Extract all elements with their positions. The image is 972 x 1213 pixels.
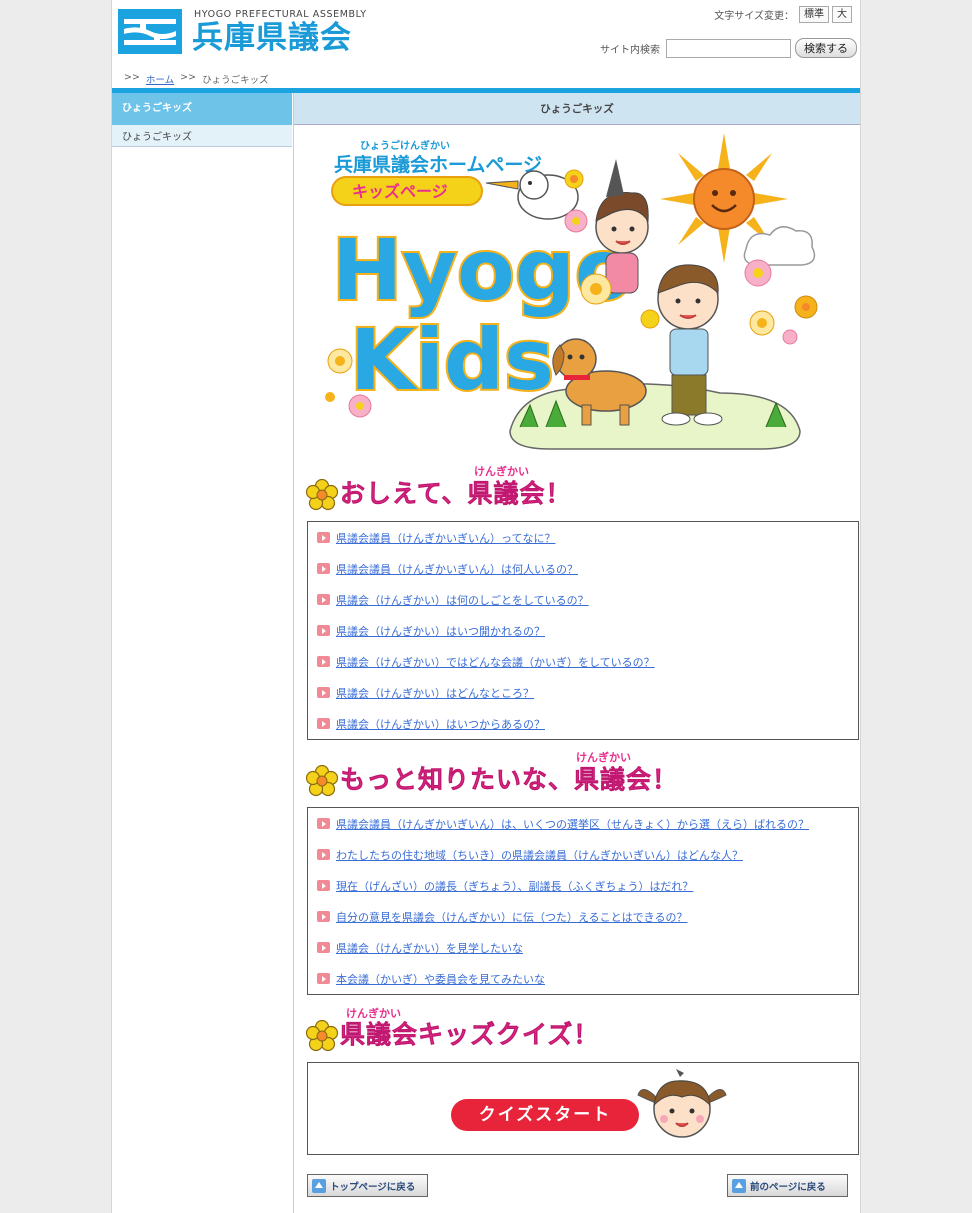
arrow-bullet-icon xyxy=(317,880,330,891)
site-logo[interactable]: HYOGO PREFECTURAL ASSEMBLY 兵庫県議会 xyxy=(118,8,388,56)
hero-title: 兵庫県議会ホームページ xyxy=(334,153,542,176)
list-item: 県議会議員（けんぎかいぎいん）は、いくつの選挙区（せんきょく）から選（えら）ばれ… xyxy=(308,808,858,839)
list-item: 本会議（かいぎ）や委員会を見てみたいな xyxy=(308,963,858,994)
arrow-bullet-icon xyxy=(317,849,330,860)
list-item: 県議会（けんぎかい）ではどんな会議（かいぎ）をしているの？ xyxy=(308,646,858,677)
breadcrumb-separator: >> xyxy=(180,72,197,83)
list-item: わたしたちの住む地域（ちいき）の県議会議員（けんぎかいぎいん）はどんな人？ xyxy=(308,839,858,870)
main-content: ひょうごキッズ ひょうごけんぎかい 兵庫県議会ホームページ キッズページ Hyo… xyxy=(293,93,860,1213)
question-link[interactable]: 県議会議員（けんぎかいぎいん）は、いくつの選挙区（せんきょく）から選（えら）ばれ… xyxy=(336,816,809,832)
arrow-bullet-icon xyxy=(317,532,330,543)
search-button[interactable]: 検索する xyxy=(795,38,857,58)
logo-english-name: HYOGO PREFECTURAL ASSEMBLY xyxy=(194,9,367,20)
question-link[interactable]: 県議会（けんぎかい）はいつ開かれるの？ xyxy=(336,623,545,639)
list-item: 現在（げんざい）の議長（ぎちょう）、副議長（ふくぎちょう）はだれ？ xyxy=(308,870,858,901)
question-link[interactable]: 県議会（けんぎかい）は何のしごとをしているの？ xyxy=(336,592,589,608)
list-item: 県議会（けんぎかい）を見学したいな xyxy=(308,932,858,963)
list-item: 県議会議員（けんぎかいぎいん）ってなに？ xyxy=(308,522,858,553)
list-item: 県議会（けんぎかい）はどんなところ？ xyxy=(308,677,858,708)
question-link[interactable]: 自分の意見を県議会（けんぎかい）に伝（つた）えることはできるの？ xyxy=(336,909,687,925)
section3-heading: 県議会キッズクイズ！ xyxy=(306,1018,599,1052)
arrow-bullet-icon xyxy=(317,973,330,984)
question-link[interactable]: 県議会議員（けんぎかいぎいん）ってなに？ xyxy=(336,530,555,546)
breadcrumb-separator: >> xyxy=(124,72,140,83)
page-title: ひょうごキッズ xyxy=(294,93,860,125)
question-link[interactable]: わたしたちの住む地域（ちいき）の県議会議員（けんぎかいぎいん）はどんな人？ xyxy=(336,847,743,863)
hero-badge: キッズページ xyxy=(352,182,448,201)
list-item: 県議会（けんぎかい）はいつからあるの？ xyxy=(308,708,858,739)
section1-question-list: 県議会議員（けんぎかいぎいん）ってなに？ 県議会議員（けんぎかいぎいん）は何人い… xyxy=(307,521,859,740)
flower-icon xyxy=(306,1020,338,1052)
question-link[interactable]: 県議会（けんぎかい）を見学したいな xyxy=(336,940,523,956)
section1-title: おしえて、県議会！ xyxy=(340,479,572,509)
back-to-previous-page-label: 前のページに戻る xyxy=(750,1181,826,1193)
cloud-icon xyxy=(743,226,816,266)
section3-title: 県議会キッズクイズ！ xyxy=(340,1020,600,1050)
section2-title: もっと知りたいな、県議会！ xyxy=(340,765,679,795)
hyogo-emblem-icon xyxy=(118,9,182,54)
arrow-bullet-icon xyxy=(317,563,330,574)
back-to-top-page-button[interactable]: トップページに戻る xyxy=(307,1174,428,1197)
sidebar-item-hyogo-kids[interactable]: ひょうごキッズ xyxy=(112,125,292,147)
hyogo-kids-hero-illustration: ひょうごけんぎかい 兵庫県議会ホームページ キッズページ Hyogo Kids xyxy=(325,133,818,450)
back-to-top-page-label: トップページに戻る xyxy=(330,1181,416,1193)
font-size-normal-button[interactable]: 標準 xyxy=(799,6,829,23)
flower-icon xyxy=(306,479,338,511)
list-item: 県議会議員（けんぎかいぎいん）は何人いるの？ xyxy=(308,553,858,584)
list-item: 自分の意見を県議会（けんぎかい）に伝（つた）えることはできるの？ xyxy=(308,901,858,932)
sidebar-heading: ひょうごキッズ xyxy=(112,93,292,125)
section2-heading: もっと知りたいな、県議会！ xyxy=(306,763,678,797)
bird-icon xyxy=(485,170,579,220)
arrow-bullet-icon xyxy=(317,718,330,729)
question-link[interactable]: 現在（げんざい）の議長（ぎちょう）、副議長（ふくぎちょう）はだれ？ xyxy=(336,878,693,894)
question-link[interactable]: 県議会（けんぎかい）ではどんな会議（かいぎ）をしているの？ xyxy=(336,654,655,670)
quiz-start-button[interactable]: クイズスタート xyxy=(451,1099,639,1131)
arrow-bullet-icon xyxy=(317,656,330,667)
hero-ruby: ひょうごけんぎかい xyxy=(360,139,450,152)
flower-icon xyxy=(306,765,338,797)
logo-hyogo-text: Hyogo xyxy=(332,221,633,319)
breadcrumb-home-link[interactable]: ホーム xyxy=(146,72,174,86)
breadcrumb-current: ひょうごキッズ xyxy=(202,75,269,86)
quiz-girl-character-icon xyxy=(637,1069,727,1138)
arrow-bullet-icon xyxy=(317,818,330,829)
section2-question-list: 県議会議員（けんぎかいぎいん）は、いくつの選挙区（せんきょく）から選（えら）ばれ… xyxy=(307,807,859,995)
list-item: 県議会（けんぎかい）はいつ開かれるの？ xyxy=(308,615,858,646)
search-label: サイト内検索 xyxy=(600,44,660,56)
font-size-switcher: 文字サイズ変更： 標準 大 xyxy=(714,6,852,23)
question-link[interactable]: 本会議（かいぎ）や委員会を見てみたいな xyxy=(336,971,545,987)
arrow-bullet-icon xyxy=(317,911,330,922)
up-arrow-icon xyxy=(732,1178,746,1193)
question-link[interactable]: 県議会（けんぎかい）はいつからあるの？ xyxy=(336,716,545,732)
font-size-label: 文字サイズ変更： xyxy=(714,11,794,22)
site-search: サイト内検索 検索する xyxy=(600,38,857,58)
logo-kids-text: Kids xyxy=(350,311,554,409)
page-wrapper: HYOGO PREFECTURAL ASSEMBLY 兵庫県議会 文字サイズ変更… xyxy=(111,0,861,1213)
list-item: 県議会（けんぎかい）は何のしごとをしているの？ xyxy=(308,584,858,615)
arrow-bullet-icon xyxy=(317,594,330,605)
back-to-previous-page-button[interactable]: 前のページに戻る xyxy=(727,1174,848,1197)
quiz-box: クイズスタート xyxy=(307,1062,859,1155)
question-link[interactable]: 県議会議員（けんぎかいぎいん）は何人いるの？ xyxy=(336,561,578,577)
arrow-bullet-icon xyxy=(317,687,330,698)
arrow-bullet-icon xyxy=(317,625,330,636)
up-arrow-icon xyxy=(312,1178,326,1193)
logo-japanese-name: 兵庫県議会 xyxy=(192,20,352,56)
breadcrumb: >> ホーム >> ひょうごキッズ xyxy=(124,72,269,86)
font-size-large-button[interactable]: 大 xyxy=(832,6,852,23)
arrow-bullet-icon xyxy=(317,942,330,953)
search-input[interactable] xyxy=(666,38,791,58)
section1-heading: おしえて、県議会！ xyxy=(306,477,572,511)
question-link[interactable]: 県議会（けんぎかい）はどんなところ？ xyxy=(336,685,534,701)
